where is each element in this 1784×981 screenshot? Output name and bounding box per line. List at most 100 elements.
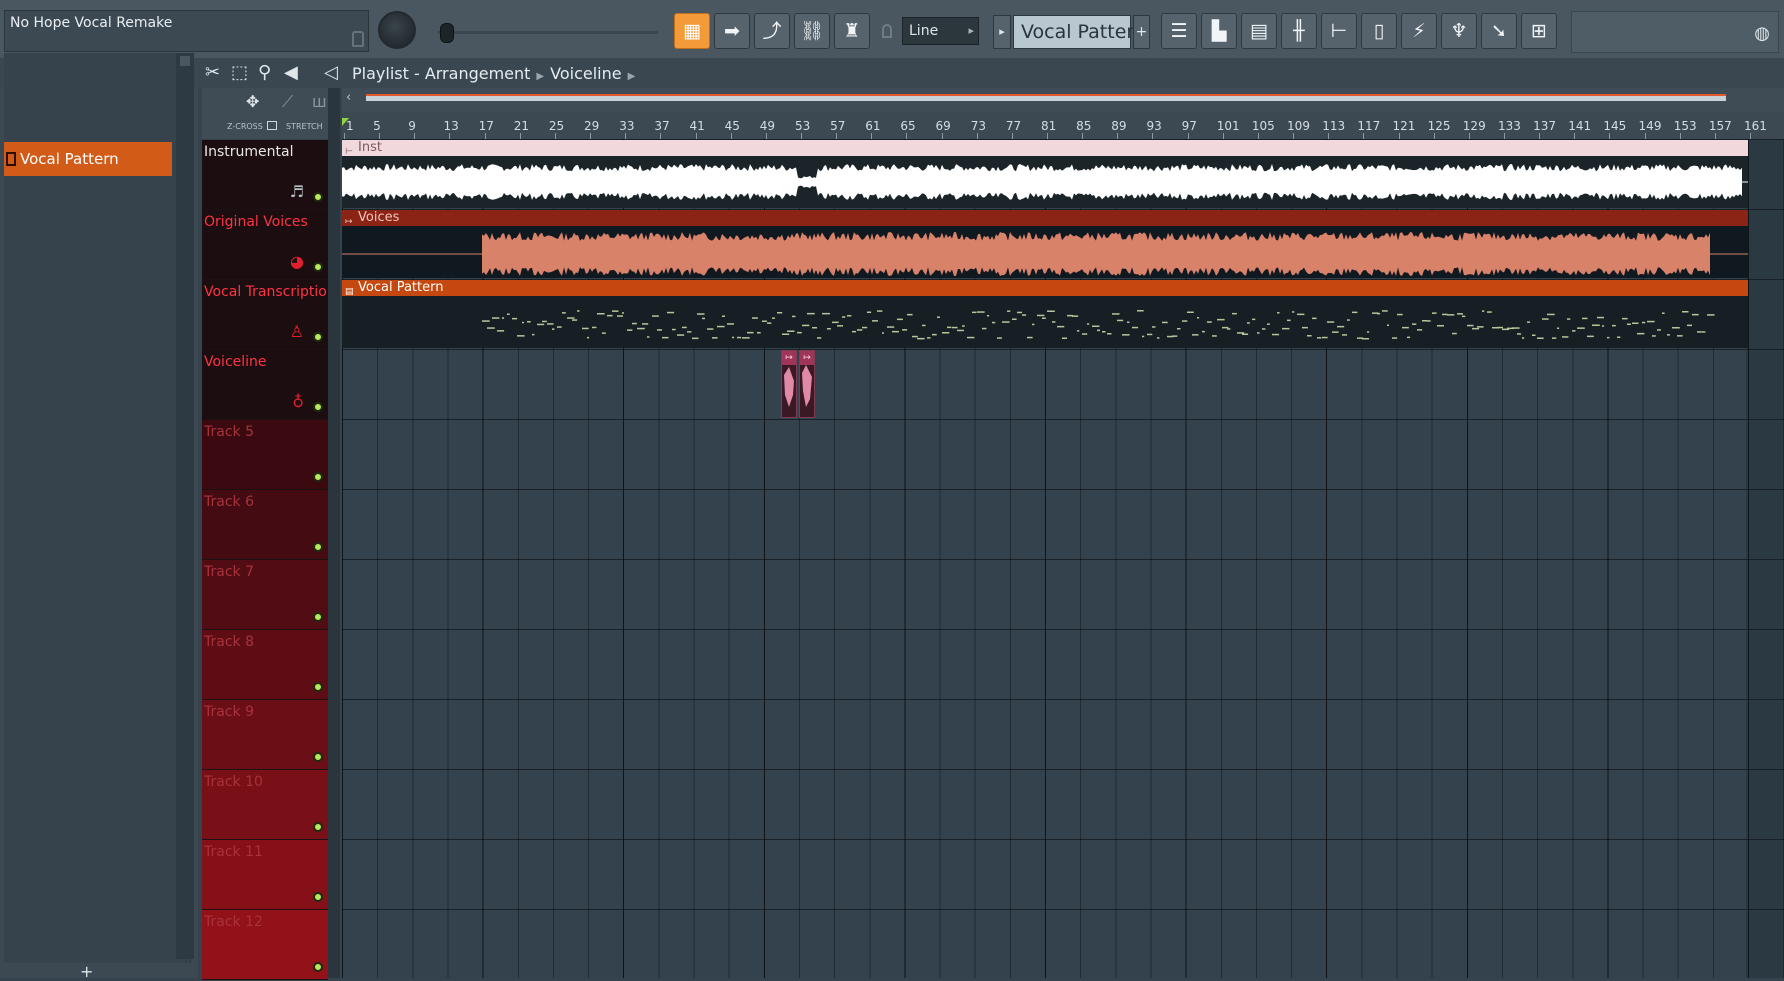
link-icon[interactable]: ⛓	[794, 13, 830, 49]
bar-number: 157	[1708, 119, 1732, 133]
track-name[interactable]: Original Voices	[204, 214, 308, 230]
track-name[interactable]: Track 10	[204, 774, 263, 790]
bar-number: 117	[1357, 119, 1381, 133]
picker-scrollbar[interactable]	[176, 53, 194, 959]
piano-small-icon[interactable]: ш	[312, 92, 327, 111]
zoom-icon[interactable]: ⚲	[258, 62, 271, 83]
breadcrumb-playlist[interactable]: Playlist - Arrangement	[352, 64, 530, 83]
browser-icon[interactable]: ⊢	[1321, 13, 1357, 49]
track-name[interactable]: Track 7	[204, 564, 254, 580]
export-icon[interactable]: ➘	[1481, 13, 1517, 49]
scroll-up-icon[interactable]	[180, 56, 190, 66]
track-header[interactable]: Track 7	[202, 560, 328, 630]
hint-panel: ◍	[1571, 11, 1779, 53]
track-header[interactable]: Track 11	[202, 840, 328, 910]
clip-vocal-pattern[interactable]: ▤ Vocal Pattern	[342, 280, 1748, 348]
clip-vocal-pattern-notes	[482, 310, 1715, 340]
track-header[interactable]: Track 10	[202, 770, 328, 840]
track-mute-led[interactable]	[313, 192, 323, 202]
clip-voiceline-waveform	[784, 367, 794, 407]
picker-item-label: Vocal Pattern	[20, 150, 119, 168]
track-name[interactable]: Track 8	[204, 634, 254, 650]
track-mute-led[interactable]	[313, 542, 323, 552]
tools-icon[interactable]: ♆	[1441, 13, 1477, 49]
project-title-box[interactable]: No Hope Vocal Remake	[4, 10, 369, 52]
track-mute-led[interactable]	[313, 402, 323, 412]
globe-icon[interactable]: ◍	[1754, 23, 1770, 44]
track-mute-led[interactable]	[313, 612, 323, 622]
zcross-checkbox[interactable]	[267, 121, 277, 130]
pattern-select[interactable]: Vocal Pattern	[1013, 15, 1146, 49]
clip-voiceline-2[interactable]: ↦	[799, 350, 815, 418]
timeline-ruler[interactable]: 1 5 9 13 17 21 25 29 33 37 41 45 49 53 57 61 65 69 73 77 81 8…	[342, 112, 1784, 140]
playhead-marker[interactable]	[342, 118, 349, 126]
track-mute-led[interactable]	[313, 892, 323, 902]
tilde-icon[interactable]: ⤴	[754, 13, 790, 49]
track-header[interactable]: Original Voices ◕	[202, 210, 328, 280]
master-pitch-slider-track[interactable]	[438, 31, 658, 34]
track-mute-led[interactable]	[313, 472, 323, 482]
track-header[interactable]: Instrumental ♬	[202, 140, 328, 210]
bar-number: 33	[619, 119, 635, 133]
track-header[interactable]: Voiceline ♁	[202, 350, 328, 420]
track-name[interactable]: Instrumental	[204, 144, 294, 160]
playlist-icon[interactable]: ▦	[674, 13, 710, 49]
mixer-icon[interactable]: ╫	[1281, 13, 1317, 49]
bar-number: 45	[724, 119, 740, 133]
audio-small-icon[interactable]: ✥	[246, 92, 259, 111]
track-mute-led[interactable]	[313, 262, 323, 272]
step-icon[interactable]: ▙	[1201, 13, 1237, 49]
snap-select[interactable]: Line ▸	[902, 17, 979, 45]
track-header[interactable]: Track 6	[202, 490, 328, 560]
clip-voices[interactable]: ↦ Voices	[342, 210, 1748, 278]
picker-add-label: +	[80, 962, 94, 981]
channel-rack-icon[interactable]: ▤	[1241, 13, 1277, 49]
bar-number: 81	[1041, 119, 1057, 133]
track-name[interactable]: Track 12	[204, 914, 263, 930]
scrollbar-thumb[interactable]	[366, 94, 1726, 101]
stamp-icon[interactable]: ♜	[834, 13, 870, 49]
files-icon[interactable]: ▯	[1361, 13, 1397, 49]
playlist-view-icon[interactable]: ☰	[1161, 13, 1197, 49]
lock-icon[interactable]	[352, 31, 364, 47]
magnet-small-icon[interactable]	[882, 24, 892, 38]
track-name[interactable]: Track 11	[204, 844, 263, 860]
breadcrumb-track[interactable]: Voiceline	[550, 64, 621, 83]
playback-icon[interactable]: ◀	[284, 62, 298, 83]
track-name[interactable]: Track 6	[204, 494, 254, 510]
track-header[interactable]: Track 8	[202, 630, 328, 700]
clip-voiceline-1[interactable]: ↦	[781, 350, 797, 418]
chevron-right-icon: ▸	[968, 24, 974, 37]
picker-item-vocal-pattern[interactable]: Vocal Pattern	[4, 142, 172, 176]
master-volume-knob[interactable]	[378, 11, 416, 49]
track-name[interactable]: Track 9	[204, 704, 254, 720]
track-header[interactable]: Track 5	[202, 420, 328, 490]
track-mute-led[interactable]	[313, 822, 323, 832]
arrow-icon[interactable]: ➡	[714, 13, 750, 49]
track-mute-led[interactable]	[313, 752, 323, 762]
track-name[interactable]: Voiceline	[204, 354, 267, 370]
master-pitch-slider-handle[interactable]	[440, 23, 454, 43]
scroll-left-icon[interactable]: ‹	[346, 90, 351, 105]
track-header[interactable]: Track 9	[202, 700, 328, 770]
track-name[interactable]: Vocal Transcription	[204, 284, 336, 300]
track-mute-led[interactable]	[313, 332, 323, 342]
track-header[interactable]: Track 12	[202, 910, 328, 980]
cart-icon[interactable]: ⊞	[1521, 13, 1557, 49]
track-header[interactable]: Vocal Transcription ♙	[202, 280, 336, 350]
track-mute-led[interactable]	[313, 682, 323, 692]
pattern-nav-button[interactable]: ▸	[993, 15, 1011, 49]
pattern-add-button[interactable]: +	[1133, 15, 1150, 49]
bar-number: 77	[1005, 119, 1022, 133]
track-name[interactable]: Track 5	[204, 424, 254, 440]
speaker-icon[interactable]: ◁	[324, 62, 338, 83]
picker-add-button[interactable]: +	[80, 962, 93, 981]
select-icon[interactable]: ⬚	[231, 62, 248, 83]
slice-icon[interactable]: ✂	[205, 62, 220, 83]
horizontal-scrollbar[interactable]: ‹	[342, 88, 1784, 112]
plugin-icon[interactable]: ⚡	[1401, 13, 1437, 49]
clip-inst[interactable]: ⊢ Inst	[342, 140, 1748, 208]
track-mute-led[interactable]	[313, 962, 323, 972]
bar-number: 53	[794, 119, 811, 133]
link-small-icon[interactable]: ⟋	[282, 92, 293, 112]
